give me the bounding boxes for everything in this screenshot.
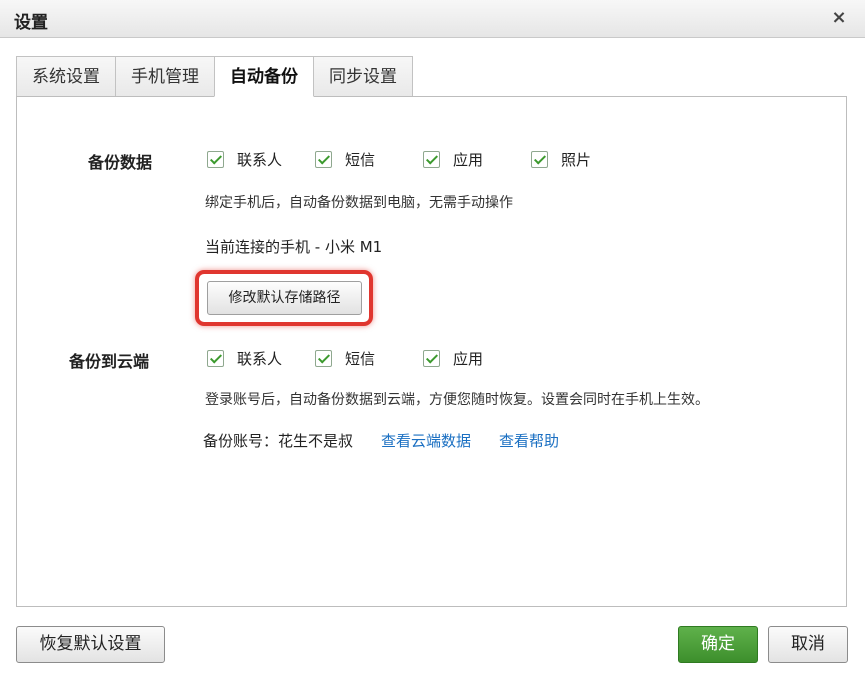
view-cloud-data-link[interactable]: 查看云端数据 (381, 430, 471, 451)
checkbox-check-icon (315, 350, 332, 367)
backup-data-description: 绑定手机后，自动备份数据到电脑，无需手动操作 (205, 195, 513, 211)
backup-cloud-description: 登录账号后，自动备份数据到云端，方便您随时恢复。设置会同时在手机上生效。 (205, 392, 709, 408)
close-icon[interactable]: × (829, 8, 849, 28)
cloud-contacts-checkbox[interactable]: 联系人 (207, 348, 315, 369)
backup-data-label: 备份数据 (88, 153, 153, 172)
backup-account-row: 备份账号：花生不是叔 查看云端数据 查看帮助 (203, 430, 559, 451)
cloud-sms-label: 短信 (345, 350, 376, 368)
cancel-button[interactable]: 取消 (768, 626, 848, 663)
checkbox-check-icon (423, 151, 440, 168)
backup-sms-label: 短信 (345, 151, 376, 169)
tab-phone-management[interactable]: 手机管理 (115, 56, 215, 97)
cloud-sms-checkbox[interactable]: 短信 (315, 348, 423, 369)
window-title: 设置 (14, 13, 48, 33)
view-help-link[interactable]: 查看帮助 (499, 430, 559, 451)
ok-button[interactable]: 确定 (678, 626, 758, 663)
backup-contacts-checkbox[interactable]: 联系人 (207, 149, 315, 170)
backup-cloud-label: 备份到云端 (69, 352, 150, 371)
checkbox-check-icon (315, 151, 332, 168)
checkbox-check-icon (423, 350, 440, 367)
tab-system-settings[interactable]: 系统设置 (16, 56, 116, 97)
connected-phone: 当前连接的手机 - 小米 M1 (205, 238, 383, 256)
checkbox-check-icon (531, 151, 548, 168)
highlight-box: 修改默认存储路径 (195, 270, 373, 326)
backup-cloud-options: 联系人 短信 应用 (207, 348, 483, 369)
title-bar: 设置 × (0, 0, 865, 38)
tab-bar: 系统设置 手机管理 自动备份 同步设置 (16, 56, 413, 97)
cloud-contacts-label: 联系人 (237, 350, 283, 368)
checkbox-check-icon (207, 151, 224, 168)
cloud-apps-checkbox[interactable]: 应用 (423, 348, 483, 369)
backup-apps-label: 应用 (453, 151, 484, 169)
cloud-apps-label: 应用 (453, 350, 484, 368)
auto-backup-panel: 备份数据 联系人 短信 应用 照片 绑定手机后，自动备份数据到电脑，无需手动操作… (16, 96, 847, 607)
checkbox-check-icon (207, 350, 224, 367)
backup-account: 备份账号：花生不是叔 (203, 432, 354, 450)
restore-default-button[interactable]: 恢复默认设置 (16, 626, 165, 663)
backup-photos-label: 照片 (561, 151, 592, 169)
tab-sync-settings[interactable]: 同步设置 (313, 56, 413, 97)
backup-data-options: 联系人 短信 应用 照片 (207, 149, 591, 170)
backup-sms-checkbox[interactable]: 短信 (315, 149, 423, 170)
change-storage-path-button[interactable]: 修改默认存储路径 (207, 281, 362, 315)
backup-contacts-label: 联系人 (237, 151, 283, 169)
backup-apps-checkbox[interactable]: 应用 (423, 149, 531, 170)
tab-auto-backup[interactable]: 自动备份 (214, 56, 314, 97)
backup-photos-checkbox[interactable]: 照片 (531, 149, 591, 170)
